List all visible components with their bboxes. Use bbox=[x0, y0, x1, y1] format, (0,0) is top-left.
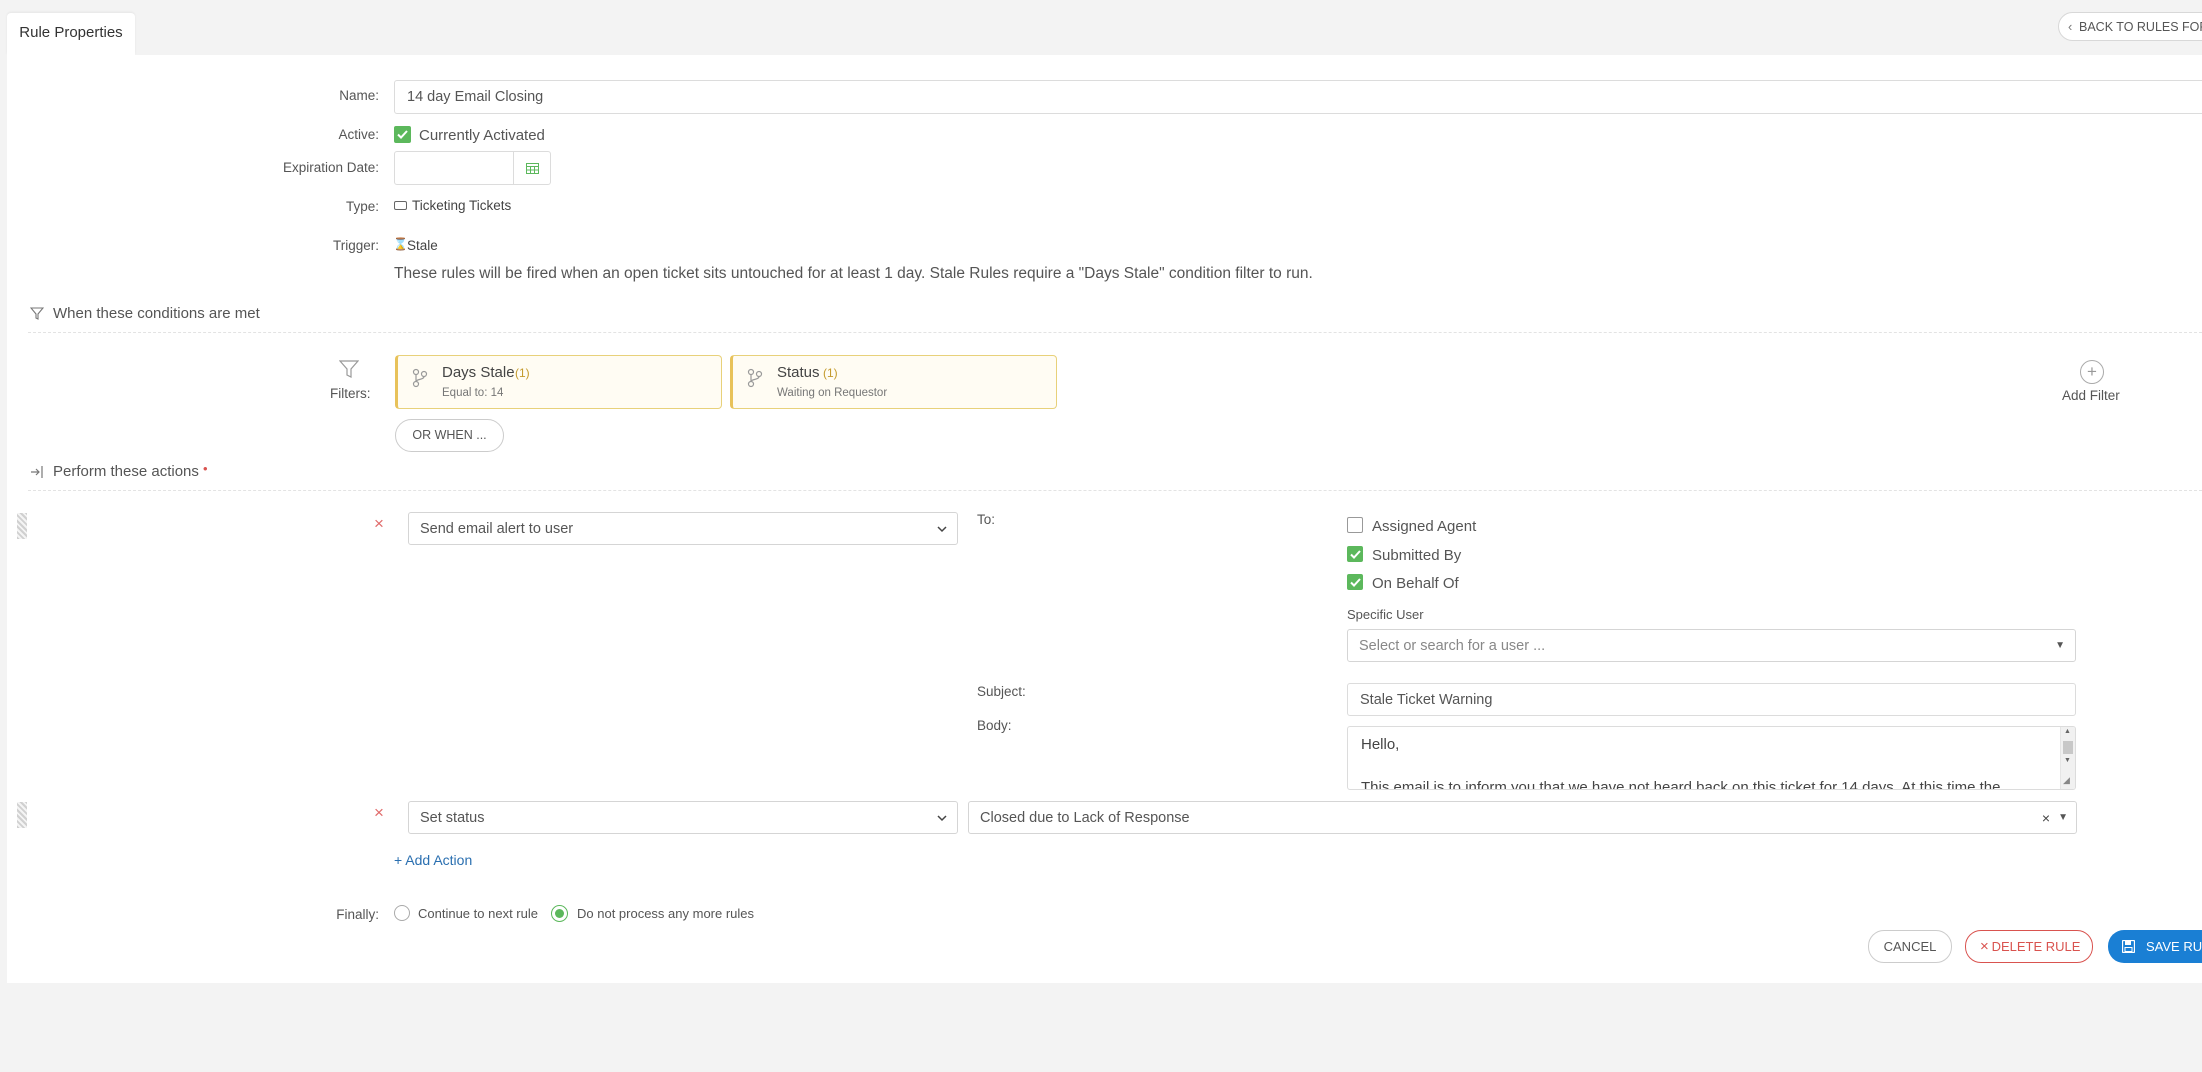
add-filter-button[interactable]: Add Filter bbox=[2062, 388, 2120, 403]
caret-down-icon: ▼ bbox=[2058, 812, 2068, 823]
filter-card-status[interactable]: Status (1) Waiting on Requestor bbox=[730, 355, 1057, 409]
or-when-button[interactable]: OR WHEN ... bbox=[395, 419, 504, 452]
resize-grip-icon[interactable]: ◢ bbox=[2063, 775, 2070, 786]
hourglass-icon: ⌛ bbox=[393, 237, 408, 251]
chevron-left-icon: ‹ bbox=[2068, 19, 2073, 34]
assigned-agent-label: Assigned Agent bbox=[1372, 518, 1477, 535]
back-to-rules-button[interactable]: ‹ BACK TO RULES FOR bbox=[2058, 12, 2202, 41]
active-label: Active: bbox=[338, 127, 379, 142]
delete-rule-label: DELETE RULE bbox=[1991, 939, 2081, 954]
do-not-process-radio[interactable] bbox=[551, 905, 568, 922]
specific-user-label: Specific User bbox=[1347, 607, 1424, 622]
delete-rule-button[interactable]: × DELETE RULE bbox=[1965, 930, 2093, 963]
tab-rule-properties[interactable]: Rule Properties bbox=[7, 13, 135, 55]
save-rule-label: SAVE RULE bbox=[2146, 939, 2202, 954]
action-type-select[interactable]: Send email alert to user bbox=[408, 512, 958, 545]
actions-header: Perform these actions bbox=[53, 463, 199, 480]
drag-handle[interactable] bbox=[17, 513, 27, 539]
actions-divider bbox=[28, 490, 2202, 491]
trigger-value: Stale bbox=[407, 238, 438, 253]
filters-funnel-icon bbox=[339, 360, 359, 378]
subject-label: Subject: bbox=[977, 684, 1026, 699]
finally-label: Finally: bbox=[336, 907, 379, 922]
status-select[interactable]: Closed due to Lack of Response × ▼ bbox=[968, 801, 2077, 834]
required-marker: • bbox=[203, 461, 208, 476]
remove-action-icon[interactable]: × bbox=[374, 803, 384, 823]
do-not-process-label: Do not process any more rules bbox=[577, 906, 755, 921]
add-filter-plus-icon[interactable]: + bbox=[2080, 360, 2104, 384]
active-checkbox[interactable] bbox=[394, 126, 411, 143]
specific-user-placeholder: Select or search for a user ... bbox=[1359, 638, 1546, 654]
calendar-icon bbox=[525, 163, 539, 174]
add-action-link[interactable]: + Add Action bbox=[394, 852, 472, 868]
expiration-date-label: Expiration Date: bbox=[282, 160, 379, 175]
body-line-2: This email is to inform you that we have… bbox=[1361, 779, 2001, 790]
branch-icon bbox=[747, 368, 763, 388]
body-scrollbar[interactable]: ▲ ▼ ◢ bbox=[2060, 727, 2075, 789]
trigger-label: Trigger: bbox=[332, 238, 379, 253]
filter-detail: Equal to: 14 bbox=[442, 387, 504, 399]
submitted-by-checkbox[interactable] bbox=[1347, 546, 1363, 562]
status-value: Closed due to Lack of Response bbox=[980, 810, 1190, 826]
filter-count: (1) bbox=[515, 366, 530, 380]
calendar-button[interactable] bbox=[513, 151, 551, 185]
radio-dot bbox=[555, 909, 564, 918]
continue-next-rule-label: Continue to next rule bbox=[418, 906, 538, 921]
save-rule-button[interactable]: SAVE RULE bbox=[2108, 930, 2202, 963]
continue-next-rule-radio[interactable] bbox=[394, 905, 410, 921]
scroll-up-icon[interactable]: ▲ bbox=[2064, 728, 2071, 735]
subject-input[interactable]: Stale Ticket Warning bbox=[1347, 683, 2076, 716]
remove-action-icon[interactable]: × bbox=[374, 514, 384, 534]
body-label: Body: bbox=[977, 718, 1012, 733]
type-value: Ticketing Tickets bbox=[412, 198, 512, 213]
type-label: Type: bbox=[345, 199, 379, 214]
rule-form-card bbox=[7, 55, 2202, 983]
body-line-1: Hello, bbox=[1361, 736, 1400, 753]
filter-detail: Waiting on Requestor bbox=[777, 387, 888, 399]
action-type-value: Set status bbox=[420, 810, 485, 826]
ticket-icon bbox=[394, 201, 407, 210]
close-icon: × bbox=[1980, 938, 1989, 955]
name-input-value: 14 day Email Closing bbox=[407, 89, 544, 105]
filters-label: Filters: bbox=[330, 386, 371, 401]
submitted-by-label: Submitted By bbox=[1372, 547, 1462, 564]
caret-down-icon: ▼ bbox=[2055, 640, 2065, 651]
filter-card-days-stale[interactable]: Days Stale (1) Equal to: 14 bbox=[395, 355, 722, 409]
scrollbar-thumb[interactable] bbox=[2063, 741, 2073, 754]
name-input[interactable]: 14 day Email Closing bbox=[394, 80, 2202, 114]
branch-icon bbox=[412, 368, 428, 388]
check-icon bbox=[1349, 577, 1361, 587]
filter-icon bbox=[30, 307, 44, 320]
filter-name: Days Stale bbox=[442, 364, 515, 381]
active-text: Currently Activated bbox=[419, 127, 545, 144]
clear-icon[interactable]: × bbox=[2042, 802, 2050, 834]
check-icon bbox=[1349, 549, 1361, 559]
action-type-select[interactable]: Set status bbox=[408, 801, 958, 834]
specific-user-select[interactable]: Select or search for a user ... ▼ bbox=[1347, 629, 2076, 662]
subject-value: Stale Ticket Warning bbox=[1360, 692, 1493, 708]
check-icon bbox=[397, 130, 408, 139]
back-button-label: BACK TO RULES FOR bbox=[2079, 20, 2202, 34]
assigned-agent-checkbox[interactable] bbox=[1347, 517, 1363, 533]
floppy-disk-icon bbox=[2122, 940, 2135, 953]
name-label: Name: bbox=[339, 88, 379, 103]
action-type-value: Send email alert to user bbox=[420, 521, 574, 537]
on-behalf-of-label: On Behalf Of bbox=[1372, 575, 1459, 592]
sign-in-icon bbox=[31, 466, 43, 478]
trigger-description: These rules will be fired when an open t… bbox=[394, 265, 1313, 282]
filter-name: Status bbox=[777, 364, 820, 381]
chevron-down-icon bbox=[937, 815, 947, 822]
on-behalf-of-checkbox[interactable] bbox=[1347, 574, 1363, 590]
filter-count: (1) bbox=[823, 366, 838, 380]
drag-handle[interactable] bbox=[17, 802, 27, 828]
conditions-header: When these conditions are met bbox=[53, 305, 260, 322]
chevron-down-icon bbox=[937, 526, 947, 533]
cancel-button[interactable]: CANCEL bbox=[1868, 930, 1952, 963]
expiration-date-input[interactable] bbox=[394, 151, 514, 185]
scroll-down-icon[interactable]: ▼ bbox=[2064, 757, 2071, 764]
conditions-divider bbox=[28, 332, 2202, 333]
to-label: To: bbox=[977, 512, 996, 527]
body-textarea[interactable]: Hello, This email is to inform you that … bbox=[1347, 726, 2076, 790]
